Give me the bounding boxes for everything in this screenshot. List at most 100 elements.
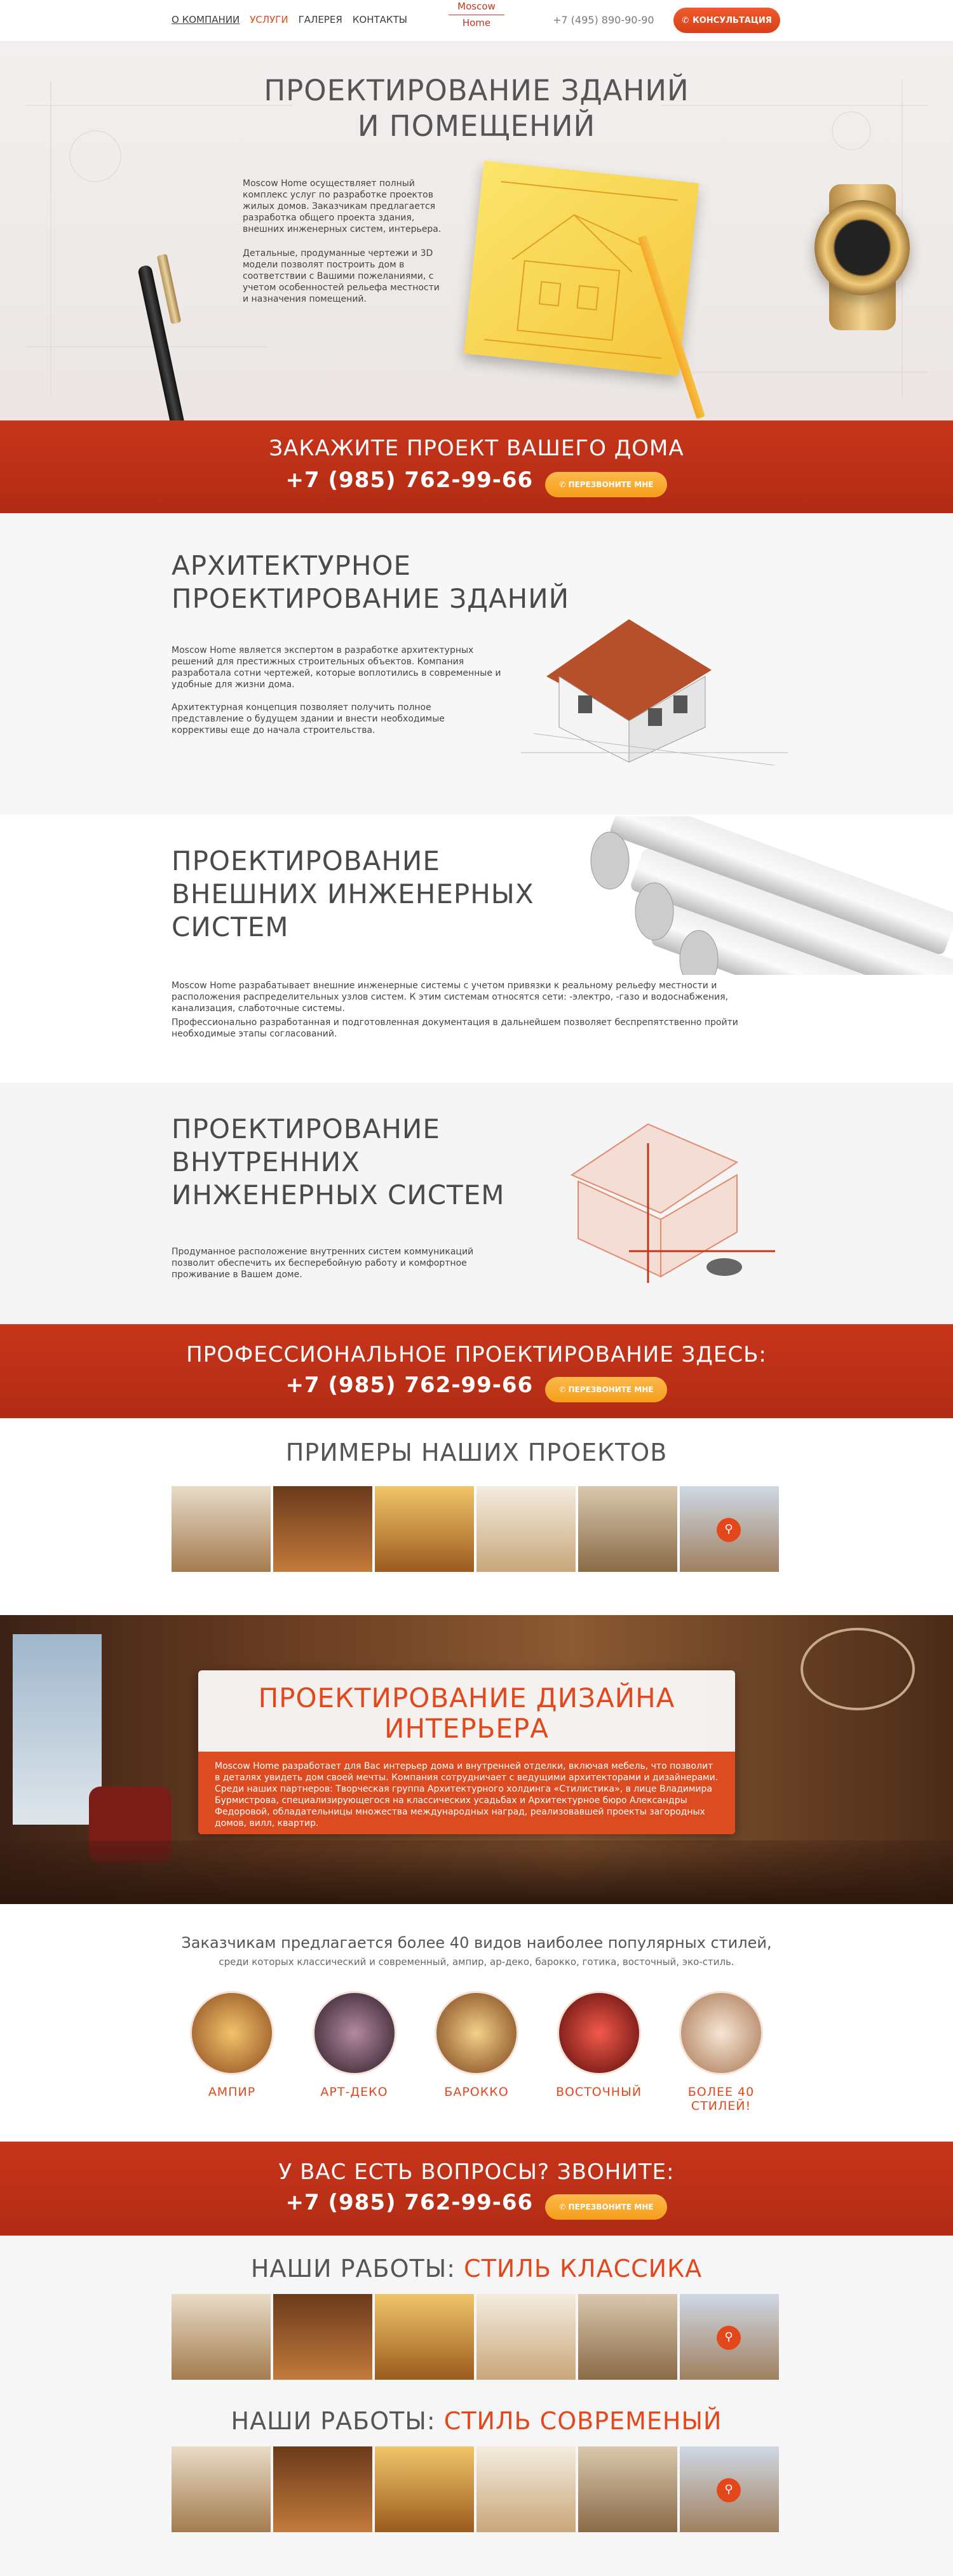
house-sketch-icon xyxy=(484,181,679,359)
consult-button-label: КОНСУЛЬТАЦИЯ xyxy=(693,15,772,25)
style-thumb xyxy=(435,1991,518,2075)
style-label: АМПИР xyxy=(208,2085,256,2099)
cta2-title: ПРОФЕССИОНАЛЬНОЕ ПРОЕКТИРОВАНИЕ ЗДЕСЬ: xyxy=(186,1342,767,1367)
watch-image xyxy=(814,200,910,295)
gallery-thumb[interactable]: ⚲ xyxy=(680,2294,779,2380)
main-nav: О КОМПАНИИ УСЛУГИ ГАЛЕРЕЯ КОНТАКТЫ xyxy=(172,14,407,25)
gallery-thumb[interactable] xyxy=(172,2294,271,2380)
nav-services[interactable]: УСЛУГИ xyxy=(250,14,288,25)
gallery-thumb[interactable] xyxy=(375,2294,474,2380)
gallery-thumb[interactable]: ⚲ xyxy=(680,2446,779,2532)
hero-text: Moscow Home осуществляет полный комплекс… xyxy=(243,178,446,318)
style-item-more[interactable]: БОЛЕЕ 40 СТИЛЕЙ! xyxy=(673,1991,769,2113)
internal-paragraph-1: Продуманное расположение внутренних сист… xyxy=(172,1247,474,1280)
gallery-thumb[interactable] xyxy=(476,2446,576,2532)
gallery-thumb[interactable] xyxy=(578,1486,677,1572)
gallery-thumb[interactable] xyxy=(273,1486,372,1572)
callback-button-2[interactable]: ✆ ПЕРЕЗВОНИТЕ МНЕ xyxy=(545,1376,668,1402)
interior-title-line1: ПРОЕКТИРОВАНИЕ ДИЗАЙНА xyxy=(258,1682,675,1714)
style-thumb xyxy=(190,1991,274,2075)
style-item-baroque[interactable]: БАРОККО xyxy=(429,1991,524,2113)
nav-gallery[interactable]: ГАЛЕРЕЯ xyxy=(299,14,342,25)
gallery-thumb[interactable] xyxy=(273,2446,372,2532)
gallery-thumb[interactable] xyxy=(375,2446,474,2532)
works-classic-gallery: ⚲ xyxy=(172,2294,779,2380)
callback-button-3[interactable]: ✆ ПЕРЕЗВОНИТЕ МНЕ xyxy=(545,2194,668,2220)
hero-paragraph-1: Moscow Home осуществляет полный комплекс… xyxy=(243,178,442,234)
external-title-line3: СИСТЕМ xyxy=(172,911,289,943)
cta-band-2: ПРОФЕССИОНАЛЬНОЕ ПРОЕКТИРОВАНИЕ ЗДЕСЬ: +… xyxy=(0,1324,953,1418)
zoom-icon[interactable]: ⚲ xyxy=(717,2478,741,2502)
cta3-phone[interactable]: +7 (985) 762-99-66 xyxy=(286,2190,534,2215)
callback-button-1[interactable]: ✆ ПЕРЕЗВОНИТЕ МНЕ xyxy=(545,471,668,497)
nav-contacts[interactable]: КОНТАКТЫ xyxy=(353,14,407,25)
interior-card: ПРОЕКТИРОВАНИЕ ДИЗАЙНА ИНТЕРЬЕРА Moscow … xyxy=(198,1670,735,1834)
nav-about[interactable]: О КОМПАНИИ xyxy=(172,14,240,25)
style-thumb xyxy=(557,1991,641,2075)
interior-text: Moscow Home разработает для Вас интерьер… xyxy=(215,1761,719,1828)
examples-gallery: ⚲ xyxy=(172,1486,779,1572)
internal-title-line3: ИНЖЕНЕРНЫХ СИСТЕМ xyxy=(172,1179,505,1211)
gallery-thumb[interactable] xyxy=(172,2446,271,2532)
arch-paragraph-1: Moscow Home является экспертом в разрабо… xyxy=(172,645,501,690)
header-phone[interactable]: +7 (495) 890-90-90 xyxy=(553,14,654,26)
cta1-phone[interactable]: +7 (985) 762-99-66 xyxy=(286,467,534,493)
arch-title-line2: ПРОЕКТИРОВАНИЕ ЗДАНИЙ xyxy=(172,583,570,614)
gallery-thumb[interactable] xyxy=(578,2294,677,2380)
logo-bottom: Home xyxy=(462,17,491,29)
styles-intro-line2: среди которых классический и современный… xyxy=(219,1956,734,1968)
consult-button[interactable]: ✆ КОНСУЛЬТАЦИЯ xyxy=(673,8,780,33)
works-modern-gallery: ⚲ xyxy=(172,2446,779,2532)
style-label: АРТ-ДЕКО xyxy=(320,2085,388,2099)
arch-title-line1: АРХИТЕКТУРНОЕ xyxy=(172,550,412,581)
arch-text: Moscow Home является экспертом в разрабо… xyxy=(172,645,502,748)
logo[interactable]: Moscow Home xyxy=(445,1,508,41)
zoom-icon[interactable]: ⚲ xyxy=(717,2326,741,2350)
gallery-thumb[interactable] xyxy=(375,1486,474,1572)
styles-intro-line1: Заказчикам предлагается более 40 видов н… xyxy=(181,1934,772,1952)
window-image xyxy=(13,1634,102,1825)
chandelier-image xyxy=(801,1628,915,1710)
cta2-phone[interactable]: +7 (985) 762-99-66 xyxy=(286,1372,534,1398)
blueprint-paper-image xyxy=(463,161,700,376)
gallery-thumb[interactable] xyxy=(273,2294,372,2380)
house-model-image xyxy=(521,619,788,765)
cta-band-1: ЗАКАЖИТЕ ПРОЕКТ ВАШЕГО ДОМА +7 (985) 762… xyxy=(0,420,953,513)
style-item-artdeco[interactable]: АРТ-ДЕКО xyxy=(307,1991,402,2113)
style-item-empire[interactable]: АМПИР xyxy=(184,1991,280,2113)
internal-title-line2: ВНУТРЕННИХ xyxy=(172,1146,360,1177)
site-header: О КОМПАНИИ УСЛУГИ ГАЛЕРЕЯ КОНТАКТЫ Mosco… xyxy=(0,0,953,42)
internal-text: Продуманное расположение внутренних сист… xyxy=(172,1246,502,1292)
pipes-image xyxy=(590,816,953,975)
external-title: ПРОЕКТИРОВАНИЕ ВНЕШНИХ ИНЖЕНЕРНЫХ СИСТЕМ xyxy=(172,845,534,944)
gallery-thumb[interactable] xyxy=(578,2446,677,2532)
gallery-thumb[interactable] xyxy=(476,1486,576,1572)
house-engineering-image xyxy=(570,1123,775,1283)
hero-title-line2: И ПОМЕЩЕНИЙ xyxy=(357,109,596,143)
cta1-title: ЗАКАЖИТЕ ПРОЕКТ ВАШЕГО ДОМА xyxy=(269,436,684,461)
examples-title: ПРИМЕРЫ НАШИХ ПРОЕКТОВ xyxy=(285,1439,668,1466)
logo-top: Moscow xyxy=(457,1,496,12)
external-text: Moscow Home разрабатывает внешние инжене… xyxy=(172,980,769,1051)
style-label: БОЛЕЕ 40 СТИЛЕЙ! xyxy=(687,2085,755,2113)
cta3-title: У ВАС ЕСТЬ ВОПРОСЫ? ЗВОНИТЕ: xyxy=(278,2159,675,2185)
style-thumb xyxy=(312,1991,396,2075)
external-title-line2: ВНЕШНИХ ИНЖЕНЕРНЫХ xyxy=(172,878,534,909)
interior-title-line2: ИНТЕРЬЕРА xyxy=(384,1713,549,1744)
gallery-thumb[interactable]: ⚲ xyxy=(680,1486,779,1572)
arch-paragraph-2: Архитектурная концепция позволяет получи… xyxy=(172,702,445,735)
external-title-line1: ПРОЕКТИРОВАНИЕ xyxy=(172,845,440,876)
phone-icon: ✆ xyxy=(682,15,689,25)
callback-button-3-label: ПЕРЕЗВОНИТЕ МНЕ xyxy=(568,2202,654,2211)
style-item-oriental[interactable]: ВОСТОЧНЫЙ xyxy=(551,1991,647,2113)
interior-text-panel: Moscow Home разработает для Вас интерьер… xyxy=(198,1752,735,1834)
gallery-thumb[interactable] xyxy=(476,2294,576,2380)
gallery-thumb[interactable] xyxy=(172,1486,271,1572)
works-classic-title: НАШИ РАБОТЫ: СТИЛЬ КЛАССИКА xyxy=(250,2255,703,2283)
zoom-icon[interactable]: ⚲ xyxy=(717,1518,741,1542)
styles-list: АМПИР АРТ-ДЕКО БАРОККО ВОСТОЧНЫЙ БОЛЕЕ 4… xyxy=(184,1991,769,2113)
style-label: ВОСТОЧНЫЙ xyxy=(555,2085,642,2099)
style-label: БАРОККО xyxy=(444,2085,509,2099)
internal-title: ПРОЕКТИРОВАНИЕ ВНУТРЕННИХ ИНЖЕНЕРНЫХ СИС… xyxy=(172,1113,505,1212)
internal-title-line1: ПРОЕКТИРОВАНИЕ xyxy=(172,1113,440,1144)
